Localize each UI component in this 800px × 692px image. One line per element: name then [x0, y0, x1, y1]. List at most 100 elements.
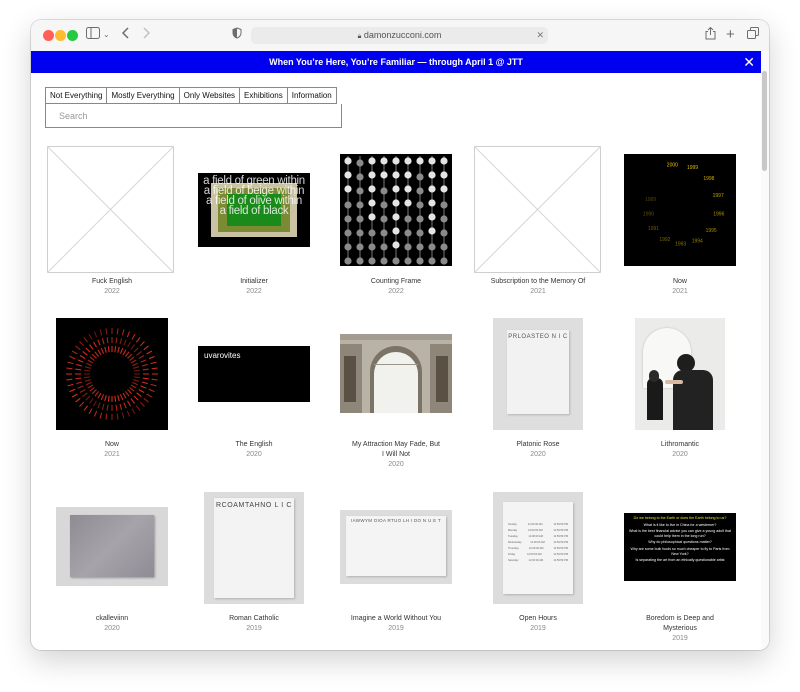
ring-mark	[126, 410, 131, 417]
ring-mark	[138, 355, 145, 359]
ring-mark	[136, 392, 142, 397]
roman-catholic-photo: RCOAMTAHNO L I C	[204, 492, 304, 604]
ring-mark	[114, 395, 117, 402]
filter-not-everything[interactable]: Not Everything	[45, 87, 107, 104]
announcement-banner[interactable]: When You’re Here, You’re Familiar — thro…	[31, 51, 761, 73]
ckalleviinn-photo	[56, 507, 168, 586]
ring-mark	[85, 381, 92, 386]
minimize-window-button[interactable]	[55, 30, 66, 41]
work-lithromantic[interactable]: Lithromantic 2020	[609, 318, 751, 486]
initializer-thumbnail: a field of green within a field of beige…	[198, 173, 310, 247]
ring-mark	[148, 388, 155, 393]
the-english-text: uvarovites	[204, 351, 241, 360]
work-subscription[interactable]: Subscription to the Memory Of 2021	[467, 146, 609, 296]
ring-mark	[84, 369, 91, 372]
address-bar[interactable]: 🔒︎ damonzucconi.com ✕	[251, 27, 548, 44]
abacus-bead	[416, 229, 424, 237]
abacus-bead	[368, 229, 376, 237]
ring-mark	[91, 353, 97, 359]
ring-mark	[66, 378, 73, 381]
abacus-bead	[380, 257, 388, 265]
ring-mark	[130, 398, 135, 404]
ring-mark	[116, 328, 119, 335]
abacus-bead	[368, 199, 376, 207]
work-fuck-english[interactable]: Fuck English 2022	[41, 146, 183, 296]
sidebar-toggle-icon[interactable]	[86, 27, 100, 43]
filter-mostly-everything[interactable]: Mostly Everything	[106, 87, 179, 104]
ring-mark	[88, 408, 93, 415]
filter-only-websites[interactable]: Only Websites	[178, 87, 240, 104]
abacus-bead	[404, 157, 412, 165]
ring-mark	[97, 339, 101, 346]
work-year: 2019	[530, 625, 546, 632]
ring-mark	[141, 363, 148, 367]
ring-mark	[79, 389, 86, 393]
work-counting-frame[interactable]: Counting Frame 2022	[325, 146, 467, 296]
ring-mark	[89, 356, 95, 362]
ring-mark	[75, 377, 82, 380]
work-boredom[interactable]: Do we belong to the Earth or does the Ea…	[609, 492, 751, 642]
ring-mark	[69, 388, 76, 393]
work-open-hours[interactable]: Sunday 12:00:00 AM 11:59:59 PM Monday 12:00:…	[467, 492, 609, 642]
ring-mark	[76, 381, 83, 385]
dial-year-label: 1995	[706, 228, 717, 234]
chevron-down-icon[interactable]: ⌄	[103, 27, 110, 43]
work-my-attraction[interactable]: My Attraction May Fade, But I Will Not 2…	[325, 318, 467, 486]
ring-mark	[115, 404, 118, 411]
abacus-bead	[416, 257, 424, 265]
imagine-a-world-photo: IAWWYM OIOA RTUO LH I DO N U E T	[340, 510, 452, 584]
zoom-window-button[interactable]	[67, 30, 78, 41]
work-now-ring[interactable]: Now 2021	[41, 318, 183, 486]
now-dial-thumbnail: 2000 1999 1998 1997 1996 1995 1994 1993 1992 1991…	[624, 154, 736, 266]
privacy-shield-icon[interactable]	[232, 27, 242, 43]
filter-information[interactable]: Information	[286, 87, 337, 104]
work-ckalleviinn[interactable]: ckalleviinn 2020	[41, 492, 183, 642]
ring-mark	[93, 410, 98, 417]
tab-overview-icon[interactable]	[747, 27, 759, 43]
question-text: What is the best financial advice you ca…	[628, 529, 732, 538]
close-window-button[interactable]	[43, 30, 54, 41]
dial-year-label: 1990	[643, 212, 654, 218]
work-platonic-rose[interactable]: PRLOASTEO N I C Platonic Rose 2020	[467, 318, 609, 486]
lithromantic-photo	[635, 318, 725, 430]
abacus-bead	[440, 185, 448, 193]
ring-mark	[76, 363, 83, 367]
new-tab-icon[interactable]: +	[726, 27, 735, 43]
ring-mark	[133, 395, 139, 401]
abacus-bead	[380, 215, 388, 223]
filter-exhibitions[interactable]: Exhibitions	[239, 87, 287, 104]
filter-nav: Not Everything Mostly Everything Only We…	[45, 87, 337, 104]
work-title: Boredom is Deep and Mysterious	[646, 615, 714, 632]
abacus-bead	[428, 243, 436, 251]
work-now-dial[interactable]: 2000 1999 1998 1997 1996 1995 1994 1993 1992 1991…	[609, 146, 751, 296]
work-initializer[interactable]: a field of green within a field of beige…	[183, 146, 325, 296]
abacus-bead	[356, 159, 364, 167]
work-title: My Attraction May Fade, But I Will Not	[352, 441, 440, 458]
scrollbar-thumb[interactable]	[762, 71, 767, 171]
work-roman-catholic[interactable]: RCOAMTAHNO L I C Roman Catholic 2019	[183, 492, 325, 642]
search-input[interactable]	[45, 104, 342, 128]
close-banner-button[interactable]: ✕	[743, 51, 755, 73]
the-english-thumbnail: uvarovites	[198, 346, 310, 402]
ring-mark	[136, 351, 142, 356]
abacus-bead	[344, 215, 352, 223]
abacus-bead	[440, 201, 448, 209]
abacus-bead	[392, 213, 400, 221]
back-icon[interactable]	[121, 27, 131, 43]
scrollbar[interactable]	[761, 51, 769, 650]
abacus-bead	[368, 257, 376, 265]
placeholder-thumbnail	[47, 146, 174, 273]
ring-mark	[150, 383, 157, 387]
abacus-bead	[404, 243, 412, 251]
clear-url-icon[interactable]: ✕	[536, 27, 544, 44]
work-the-english[interactable]: uvarovites The English 2020	[183, 318, 325, 486]
imagine-a-world-text: IAWWYM OIOA RTUO LH I DO N U E T	[351, 518, 441, 523]
ring-mark	[77, 385, 84, 389]
share-icon[interactable]	[705, 26, 716, 44]
work-imagine-a-world[interactable]: IAWWYM OIOA RTUO LH I DO N U E T Imagine…	[325, 492, 467, 642]
work-title: Initializer	[240, 278, 268, 285]
browser-window: ⌄ 🔒︎ damonzucconi.com ✕ + When You’re He…	[31, 20, 769, 650]
ring-mark	[93, 331, 98, 338]
forward-icon[interactable]	[141, 27, 151, 43]
work-year: 2022	[104, 288, 120, 295]
